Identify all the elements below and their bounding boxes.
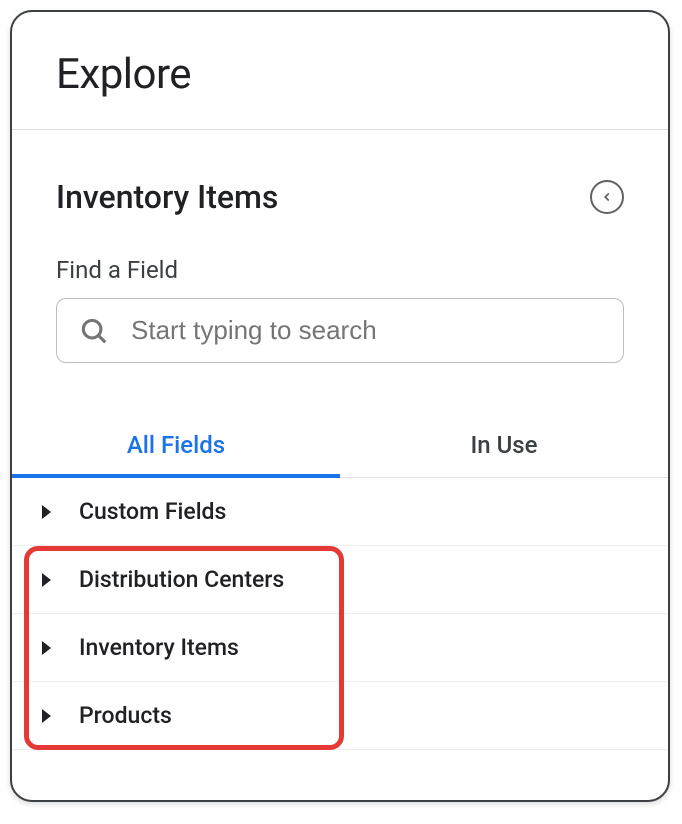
- explore-name: Inventory Items: [56, 178, 278, 216]
- field-group-products[interactable]: Products: [12, 682, 668, 750]
- field-group-label: Distribution Centers: [79, 566, 284, 593]
- tab-in-use[interactable]: In Use: [340, 417, 668, 478]
- chevron-left-icon: [600, 190, 614, 204]
- panel-header: Explore: [12, 12, 668, 129]
- caret-right-icon: [42, 641, 51, 655]
- tab-all-fields[interactable]: All Fields: [12, 417, 340, 478]
- explore-panel: Explore Inventory Items Find a Field All…: [10, 10, 670, 802]
- page-title: Explore: [56, 50, 624, 99]
- field-picker-section: Inventory Items Find a Field: [12, 130, 668, 417]
- caret-right-icon: [42, 709, 51, 723]
- collapse-button[interactable]: [590, 180, 624, 214]
- field-group-label: Custom Fields: [79, 498, 226, 525]
- field-group-custom-fields[interactable]: Custom Fields: [12, 478, 668, 546]
- search-label: Find a Field: [56, 256, 624, 284]
- field-group-label: Products: [79, 702, 172, 729]
- field-list: Custom Fields Distribution Centers Inven…: [12, 478, 668, 750]
- search-box[interactable]: [56, 298, 624, 363]
- search-icon: [79, 316, 109, 346]
- section-header: Inventory Items: [56, 178, 624, 216]
- field-group-distribution-centers[interactable]: Distribution Centers: [12, 546, 668, 614]
- field-group-inventory-items[interactable]: Inventory Items: [12, 614, 668, 682]
- caret-right-icon: [42, 505, 51, 519]
- field-group-label: Inventory Items: [79, 634, 239, 661]
- search-input[interactable]: [131, 315, 601, 346]
- tabs: All Fields In Use: [12, 417, 668, 478]
- caret-right-icon: [42, 573, 51, 587]
